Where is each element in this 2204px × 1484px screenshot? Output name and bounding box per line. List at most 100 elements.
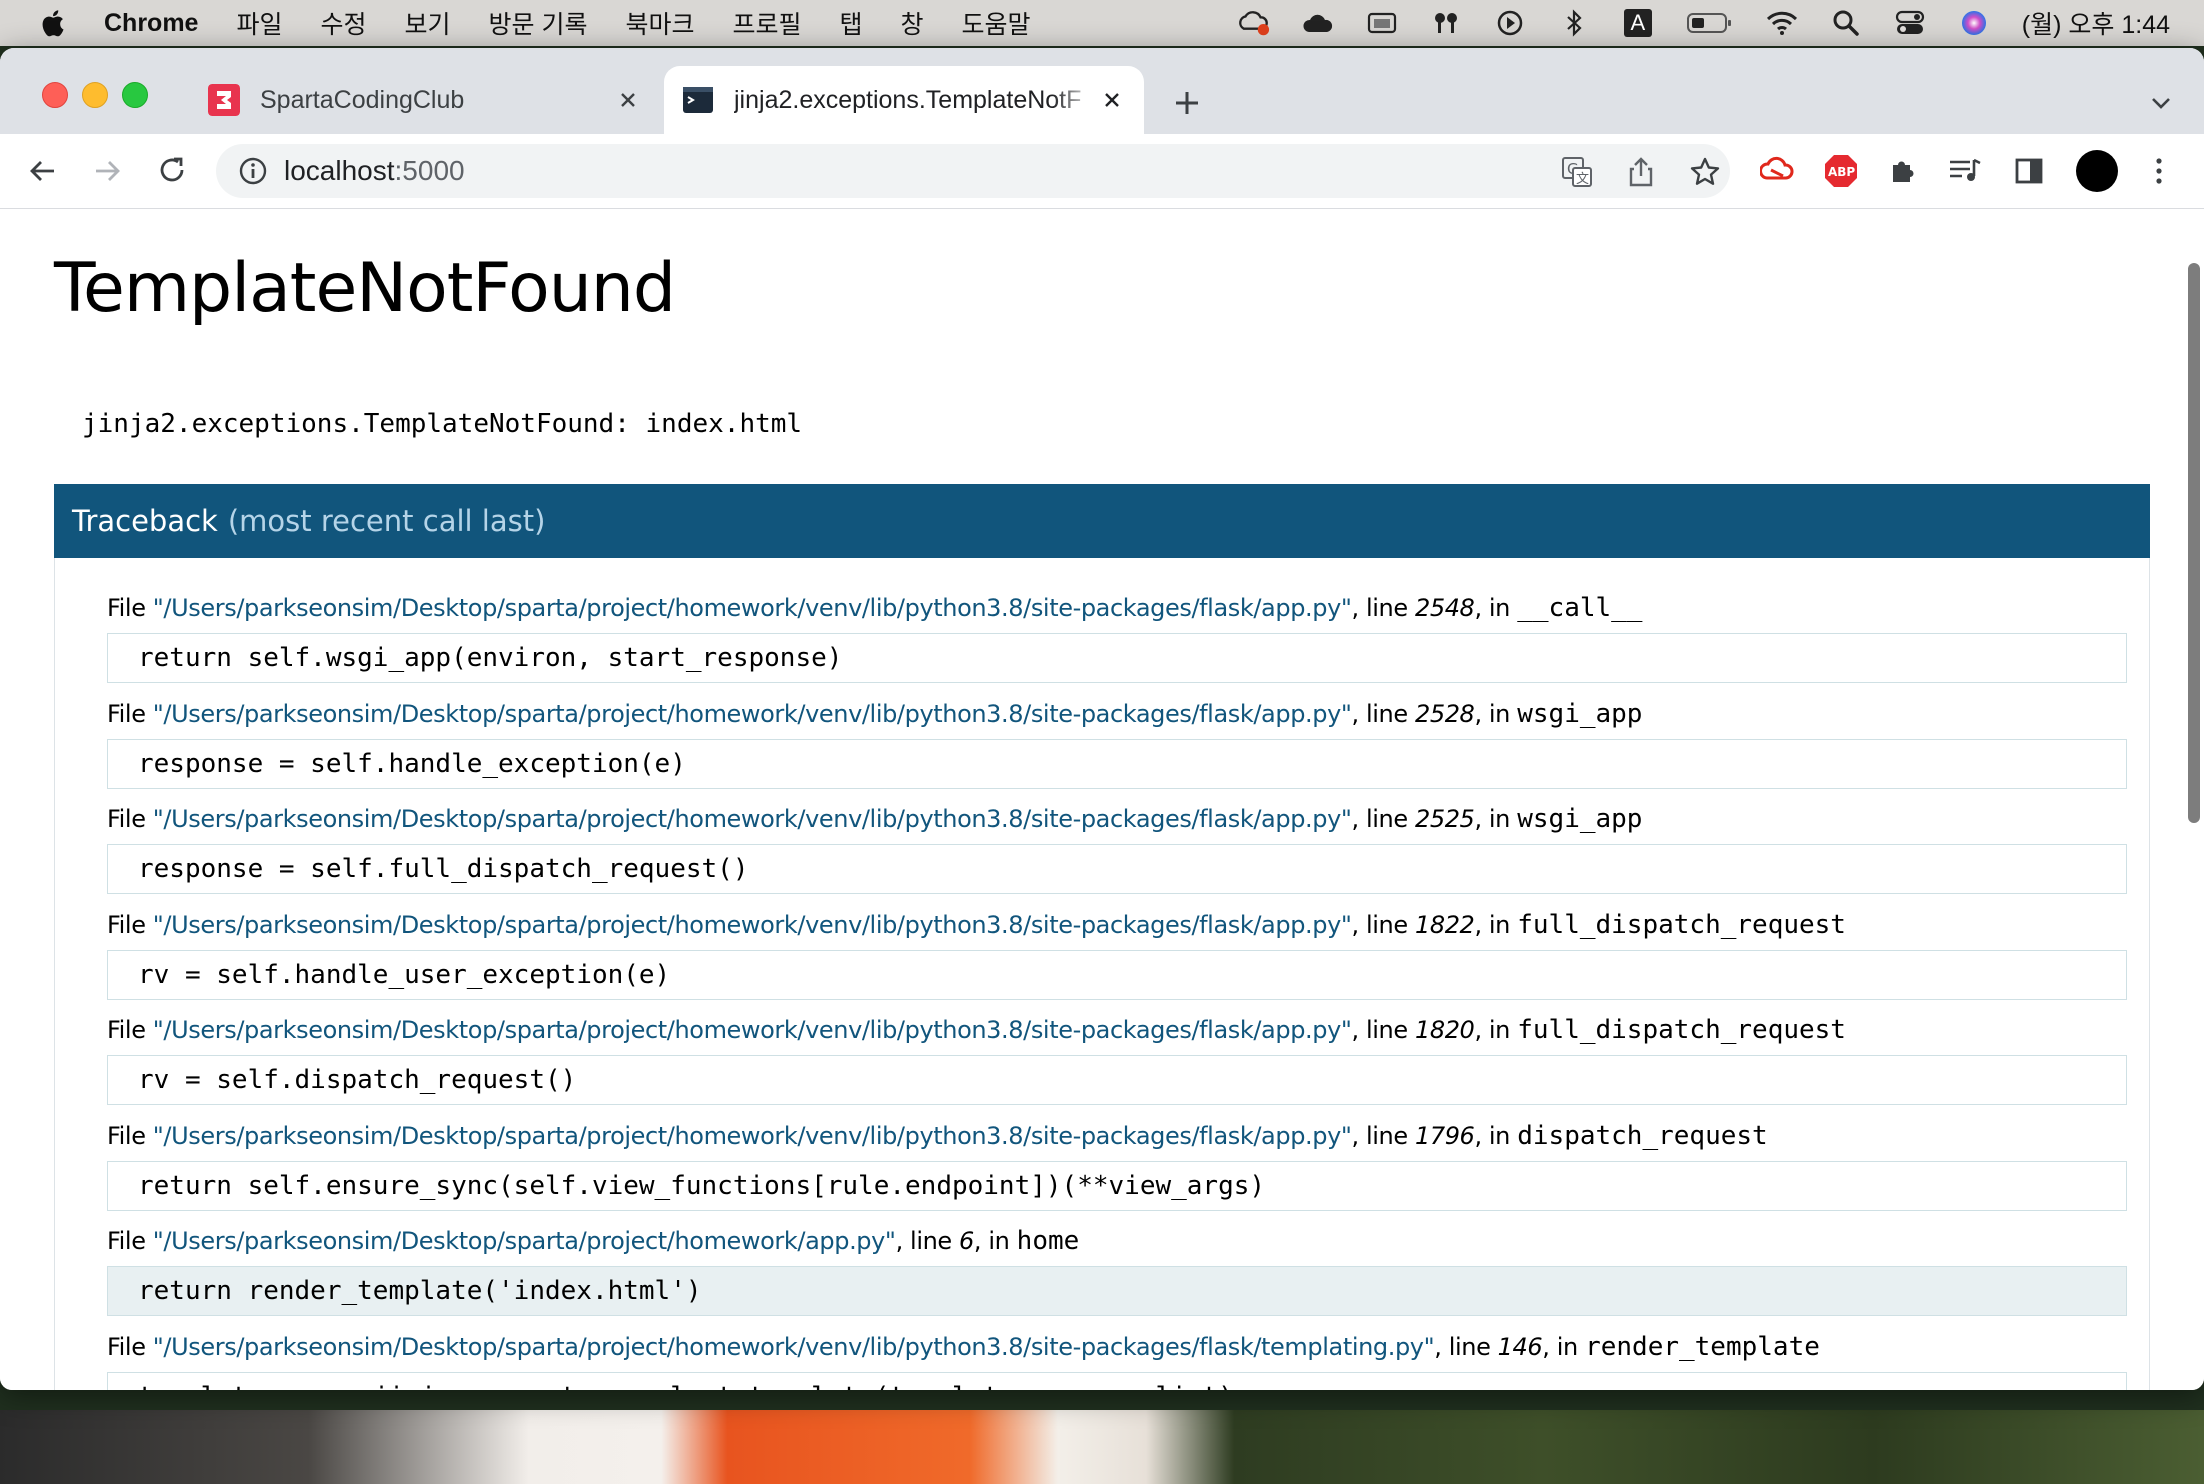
url-host: localhost	[284, 155, 395, 186]
frame-filename[interactable]: "/Users/parkseonsim/Desktop/sparta/proje…	[153, 805, 1352, 833]
frame-file-line: File "/Users/parkseonsim/Desktop/sparta/…	[107, 804, 1643, 834]
frame-line-number: 1822	[1414, 910, 1475, 939]
bluetooth-icon[interactable]	[1558, 9, 1590, 37]
tab-templatenotfound[interactable]: jinja2.exceptions.TemplateNotF	[664, 66, 1144, 134]
info-icon[interactable]	[238, 156, 268, 186]
frame-filename[interactable]: "/Users/parkseonsim/Desktop/sparta/proje…	[153, 594, 1352, 622]
frame-line-number: 1796	[1414, 1121, 1475, 1150]
frame-filename[interactable]: "/Users/parkseonsim/Desktop/sparta/proje…	[153, 911, 1352, 939]
frame-file-prefix: File	[107, 1121, 146, 1150]
minimize-window-button[interactable]	[82, 82, 108, 108]
new-tab-button[interactable]	[1170, 86, 1204, 120]
close-tab-icon[interactable]	[612, 84, 644, 116]
input-source-icon[interactable]: A	[1622, 9, 1654, 37]
url-text[interactable]: localhost:5000	[284, 155, 465, 187]
frame-source-line[interactable]: rv = self.dispatch_request()	[107, 1055, 2127, 1105]
frame-in-prefix: in	[1488, 1121, 1510, 1150]
control-center-icon[interactable]	[1894, 9, 1926, 37]
frame-source-line[interactable]: return self.wsgi_app(environ, start_resp…	[107, 633, 2127, 683]
menu-history[interactable]: 방문 기록	[489, 5, 588, 41]
tab-spartacodingclub[interactable]: SpartaCodingClub	[190, 66, 660, 134]
menu-bookmarks[interactable]: 북마크	[625, 5, 694, 41]
media-queue-icon	[1950, 158, 1981, 181]
media-controls-button[interactable]	[1946, 152, 1984, 190]
menubar-clock[interactable]: (월) 오후 1:44	[2022, 5, 2170, 41]
chrome-window: SpartaCodingClub jinja2.exceptions.Templ…	[0, 48, 2204, 1390]
frame-line-prefix: line	[1366, 594, 1408, 622]
arrow-left-icon	[30, 161, 54, 181]
icloud-icon[interactable]	[1302, 9, 1334, 37]
close-window-button[interactable]	[42, 82, 68, 108]
menu-edit[interactable]: 수정	[320, 5, 366, 41]
menu-profiles[interactable]: 프로필	[732, 5, 801, 41]
screen-mirroring-icon[interactable]	[1366, 9, 1398, 37]
spotlight-search-icon[interactable]	[1830, 9, 1862, 37]
frame-file-line: File "/Users/parkseonsim/Desktop/sparta/…	[107, 1331, 1820, 1362]
siri-icon[interactable]	[1958, 9, 1990, 37]
reload-icon	[160, 157, 184, 182]
url-port: :5000	[394, 155, 465, 186]
menu-help[interactable]: 도움말	[962, 5, 1031, 41]
wifi-icon[interactable]	[1766, 9, 1798, 37]
battery-icon[interactable]	[1686, 9, 1734, 37]
menu-view[interactable]: 보기	[405, 5, 451, 41]
terminal-favicon-icon	[683, 87, 713, 113]
bookmark-star-button[interactable]	[1688, 155, 1722, 189]
traceback-frame: File "/Users/parkseonsim/Desktop/sparta/…	[107, 804, 2127, 894]
profile-avatar[interactable]	[2076, 150, 2118, 192]
svg-text:文: 文	[1576, 172, 1589, 187]
frame-source-line[interactable]: return render_template('index.html')	[107, 1266, 2127, 1316]
traceback-sublabel: (most recent call last)	[227, 504, 546, 538]
tab-search-button[interactable]	[2146, 88, 2176, 118]
apple-icon[interactable]	[38, 8, 66, 38]
side-panel-button[interactable]	[2010, 152, 2048, 190]
tab-title: SpartaCodingClub	[260, 85, 465, 114]
share-button[interactable]	[1624, 155, 1658, 189]
frame-source-line[interactable]: template = app.jinja_env.get_or_select_t…	[107, 1371, 2127, 1390]
traceback-frame: File "/Users/parkseonsim/Desktop/sparta/…	[107, 910, 2127, 1000]
vertical-scrollbar[interactable]	[2188, 263, 2200, 823]
reload-button[interactable]	[154, 152, 192, 190]
extension-adblock-plus-button[interactable]: ABP	[1822, 152, 1860, 190]
frame-filename[interactable]: "/Users/parkseonsim/Desktop/sparta/proje…	[153, 1016, 1352, 1044]
address-bar[interactable]: localhost:5000 G文	[216, 144, 1730, 198]
chrome-menu-button[interactable]	[2140, 152, 2178, 190]
creative-cloud-icon[interactable]	[1238, 9, 1270, 37]
plus-icon	[1176, 92, 1198, 114]
menu-window[interactable]: 창	[901, 5, 924, 41]
frame-file-line: File "/Users/parkseonsim/Desktop/sparta/…	[107, 909, 1846, 940]
close-tab-icon[interactable]	[1096, 84, 1128, 116]
frame-file-line: File "/Users/parkseonsim/Desktop/sparta/…	[107, 1120, 1768, 1151]
adblock-plus-icon: ABP	[1825, 155, 1857, 187]
frame-source-line[interactable]: return self.ensure_sync(self.view_functi…	[107, 1160, 2127, 1211]
extension-creative-cloud-button[interactable]	[1758, 152, 1796, 190]
frame-filename[interactable]: "/Users/parkseonsim/Desktop/sparta/proje…	[153, 1333, 1435, 1361]
traceback-frame: File "/Users/parkseonsim/Desktop/sparta/…	[107, 593, 2127, 683]
frame-filename[interactable]: "/Users/parkseonsim/Desktop/sparta/proje…	[153, 1227, 896, 1255]
extensions-button[interactable]	[1884, 152, 1922, 190]
translate-button[interactable]: G文	[1560, 155, 1594, 189]
frame-line-prefix: line	[1448, 1332, 1491, 1361]
back-button[interactable]	[24, 152, 62, 190]
menu-file[interactable]: 파일	[236, 5, 282, 41]
frame-line-number: 2528	[1414, 699, 1475, 728]
frame-file-line: File "/Users/parkseonsim/Desktop/sparta/…	[107, 1226, 1080, 1256]
play-icon[interactable]	[1494, 9, 1526, 37]
frame-in-prefix: in	[1488, 699, 1510, 728]
frame-source-line[interactable]: response = self.handle_exception(e)	[107, 738, 2127, 789]
frame-file-line: File "/Users/parkseonsim/Desktop/sparta/…	[107, 1015, 1846, 1045]
menu-tab[interactable]: 탭	[840, 5, 863, 41]
frame-file-line: File "/Users/parkseonsim/Desktop/sparta/…	[107, 698, 1643, 729]
frame-file-line: File "/Users/parkseonsim/Desktop/sparta/…	[107, 593, 1643, 623]
frame-filename[interactable]: "/Users/parkseonsim/Desktop/sparta/proje…	[153, 700, 1352, 728]
frame-source-line[interactable]: rv = self.handle_user_exception(e)	[107, 949, 2127, 1000]
frame-source-line[interactable]: response = self.full_dispatch_request()	[107, 844, 2127, 894]
frame-in-prefix: in	[1488, 910, 1510, 939]
frame-file-prefix: File	[107, 699, 146, 728]
menu-app-name[interactable]: Chrome	[104, 9, 198, 38]
airpods-icon[interactable]	[1430, 9, 1462, 37]
fullscreen-window-button[interactable]	[122, 82, 148, 108]
frame-function-name: wsgi_app	[1517, 804, 1643, 834]
frame-filename[interactable]: "/Users/parkseonsim/Desktop/sparta/proje…	[153, 1122, 1352, 1150]
forward-button[interactable]	[88, 152, 126, 190]
